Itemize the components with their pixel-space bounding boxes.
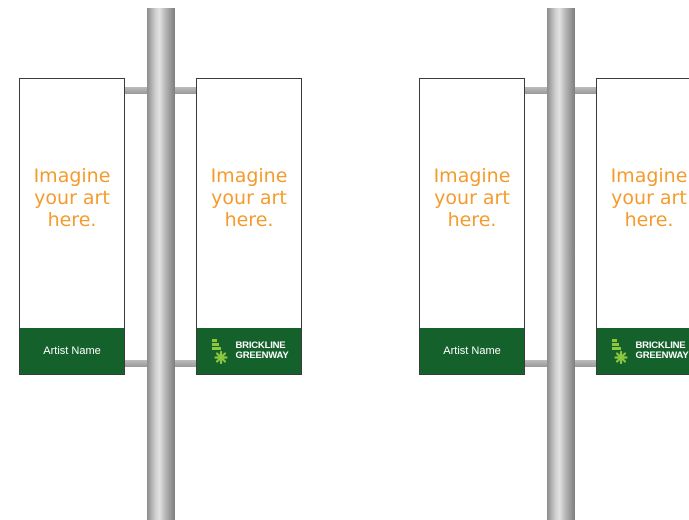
scene: Imagine your art here. Artist Name Imagi…	[0, 0, 689, 520]
banner-footer: Artist Name	[420, 328, 524, 374]
banner-sponsor: Imagine your art here. BRICKLINE GREENWA…	[196, 78, 302, 375]
bracket-top-right	[575, 87, 597, 94]
banner-sponsor: Imagine your art here. BRICKLINE GREENWA…	[596, 78, 689, 375]
art-placeholder-text: Imagine your art here.	[433, 165, 511, 231]
artist-name-label: Artist Name	[43, 345, 101, 357]
bracket-bottom-left	[525, 360, 547, 367]
banner-footer: BRICKLINE GREENWAY	[597, 328, 689, 374]
bracket-top-left	[525, 87, 547, 94]
bracket-bottom-left	[125, 360, 147, 367]
artist-name-label: Artist Name	[443, 345, 501, 357]
pole	[147, 8, 175, 520]
banner-footer: Artist Name	[20, 328, 124, 374]
bracket-top-right	[175, 87, 197, 94]
art-placeholder-text: Imagine your art here.	[610, 165, 688, 231]
art-placeholder-text: Imagine your art here.	[33, 165, 111, 231]
brickline-logo-icon	[211, 339, 228, 364]
logo-line-2: GREENWAY	[235, 350, 289, 361]
brickline-logo-icon	[611, 339, 628, 364]
banner-artist: Imagine your art here. Artist Name	[419, 78, 525, 375]
banner-artist: Imagine your art here. Artist Name	[19, 78, 125, 375]
brickline-logo: BRICKLINE GREENWAY	[210, 338, 289, 364]
bracket-bottom-right	[575, 360, 597, 367]
bracket-top-left	[125, 87, 147, 94]
art-placeholder-text: Imagine your art here.	[210, 165, 288, 231]
bracket-bottom-right	[175, 360, 197, 367]
brickline-logo: BRICKLINE GREENWAY	[610, 338, 689, 364]
logo-line-2: GREENWAY	[635, 350, 689, 361]
banner-footer: BRICKLINE GREENWAY	[197, 328, 301, 374]
pole	[547, 8, 575, 520]
